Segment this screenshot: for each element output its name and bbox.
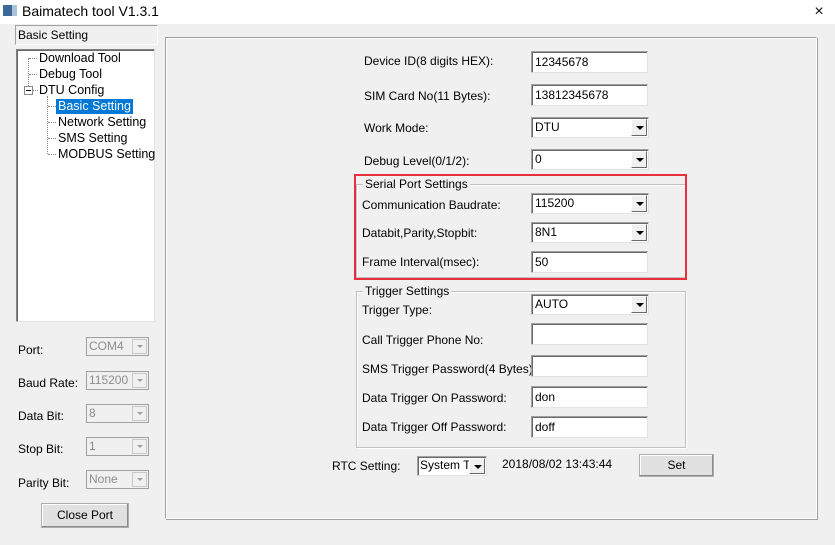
stop-bit-select[interactable]: 1 [86, 437, 149, 456]
close-icon[interactable]: × [806, 1, 832, 23]
set-button[interactable]: Set [639, 454, 714, 477]
app-icon [3, 5, 17, 16]
window-title: Baimatech tool V1.3.1 [22, 3, 159, 19]
debug-level-label: Debug Level(0/1/2): [364, 154, 470, 168]
baud-rate-select[interactable]: 115200 [86, 371, 149, 390]
chevron-down-icon [631, 119, 647, 136]
debug-level-select[interactable]: 0 [531, 149, 649, 170]
work-mode-select[interactable]: DTU [531, 117, 649, 138]
tree-line [48, 154, 56, 155]
chevron-down-icon [132, 406, 147, 421]
parity-bit-value: None [89, 472, 118, 486]
call-phone-input[interactable] [531, 323, 648, 345]
tree-item-sms-setting[interactable]: SMS Setting [56, 131, 129, 146]
port-label: Port: [18, 343, 44, 357]
chevron-down-icon [469, 458, 485, 474]
call-phone-label: Call Trigger Phone No: [362, 333, 484, 347]
stop-bit-value: 1 [89, 439, 96, 453]
navigation-tree[interactable]: Download Tool Debug Tool DTU Config Basi… [16, 49, 155, 322]
stop-bit-label: Stop Bit: [18, 442, 64, 456]
highlight-box [354, 174, 687, 280]
tree-line [47, 96, 48, 154]
port-value: COM4 [89, 339, 124, 353]
sms-password-input[interactable] [531, 355, 648, 377]
data-bit-label: Data Bit: [18, 409, 65, 423]
chevron-down-icon [631, 151, 647, 168]
tree-line [48, 122, 56, 123]
data-on-label: Data Trigger On Password: [362, 391, 507, 405]
chevron-down-icon [132, 472, 147, 487]
rtc-label: RTC Setting: [332, 459, 401, 473]
tree-line [48, 138, 56, 139]
close-port-button[interactable]: Close Port [41, 503, 129, 528]
device-id-input[interactable] [531, 51, 648, 73]
sim-card-label: SIM Card No(11 Bytes): [364, 89, 491, 103]
tree-item-modbus-setting[interactable]: MODBUS Setting [56, 147, 157, 162]
tree-item-dtu-config[interactable]: DTU Config [37, 83, 106, 98]
tree-item-basic-setting[interactable]: Basic Setting [56, 99, 133, 114]
rtc-datetime: 2018/08/02 13:43:44 [502, 457, 613, 471]
section-label: Basic Setting [15, 25, 158, 45]
port-select[interactable]: COM4 [86, 337, 149, 356]
work-mode-value: DTU [535, 120, 560, 134]
chevron-down-icon [631, 296, 647, 313]
data-off-input[interactable] [531, 416, 648, 438]
data-bit-select[interactable]: 8 [86, 404, 149, 423]
sim-card-input[interactable] [531, 84, 648, 106]
work-mode-label: Work Mode: [364, 121, 429, 135]
tree-item-download-tool[interactable]: Download Tool [37, 51, 123, 66]
chevron-down-icon [132, 439, 147, 454]
trigger-type-value: AUTO [535, 297, 569, 311]
tree-line [28, 58, 29, 88]
baud-rate-value: 115200 [89, 373, 129, 387]
tree-line [48, 106, 56, 107]
trigger-settings-title: Trigger Settings [363, 284, 452, 298]
title-bar: Baimatech tool V1.3.1 × [0, 0, 835, 24]
tree-line [29, 58, 37, 59]
trigger-type-label: Trigger Type: [362, 303, 433, 317]
sms-password-label: SMS Trigger Password(4 Bytes): [362, 362, 537, 376]
parity-bit-select[interactable]: None [86, 470, 149, 489]
tree-item-debug-tool[interactable]: Debug Tool [37, 67, 104, 82]
collapse-icon[interactable] [24, 86, 33, 95]
tree-item-network-setting[interactable]: Network Setting [56, 115, 148, 130]
chevron-down-icon [132, 339, 147, 354]
device-id-label: Device ID(8 digits HEX): [364, 54, 494, 68]
tree-line [29, 74, 37, 75]
data-off-label: Data Trigger Off Password: [362, 420, 507, 434]
debug-level-value: 0 [535, 152, 542, 166]
rtc-mode-select[interactable]: System Tir [417, 456, 487, 476]
baud-rate-label: Baud Rate: [18, 376, 79, 390]
data-on-input[interactable] [531, 386, 648, 408]
chevron-down-icon [132, 373, 147, 388]
parity-bit-label: Parity Bit: [18, 476, 70, 490]
trigger-type-select[interactable]: AUTO [531, 294, 649, 315]
data-bit-value: 8 [89, 406, 96, 420]
